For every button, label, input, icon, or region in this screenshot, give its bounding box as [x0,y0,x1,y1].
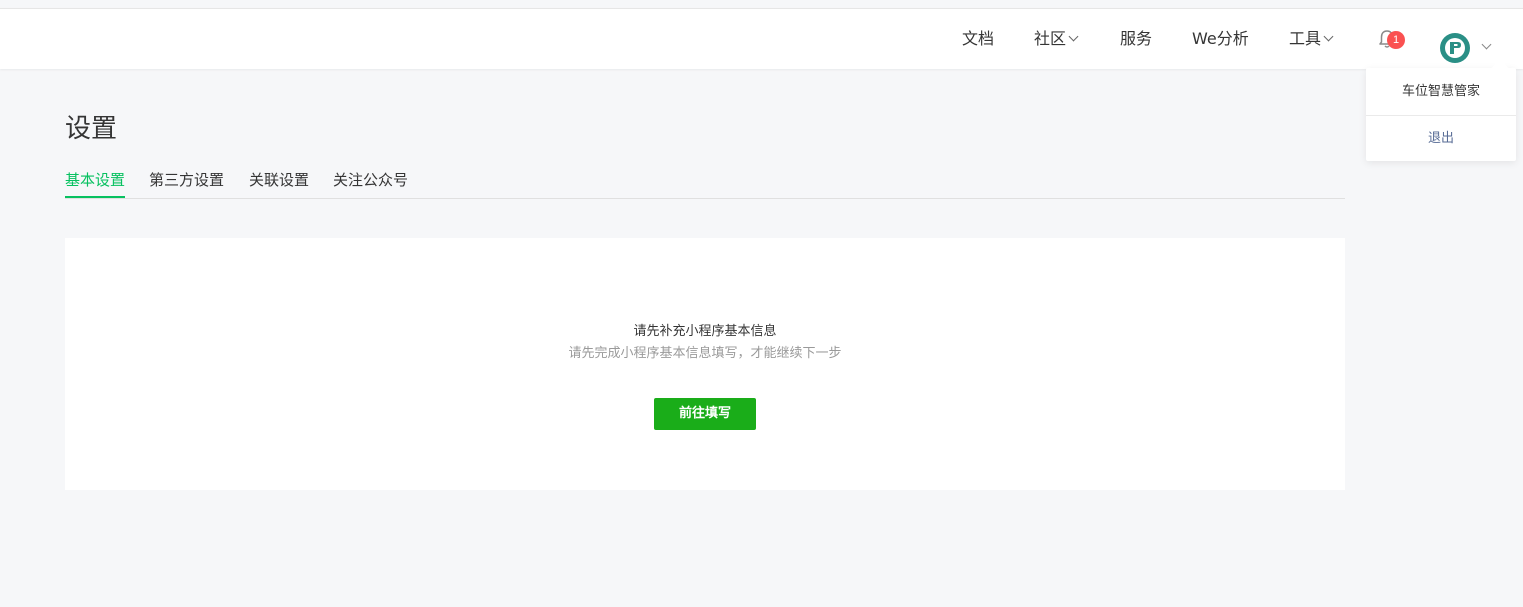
tab-follow-official-account[interactable]: 关注公众号 [333,168,408,196]
account-dropdown: 车位智慧管家 退出 [1366,59,1516,161]
page-title: 设置 [65,114,118,144]
nav-tools[interactable]: 工具 [1289,9,1334,69]
notice-subtitle: 请先完成小程序基本信息填写，才能继续下一步 [568,346,842,361]
chevron-down-icon[interactable] [1481,39,1492,50]
top-strip [0,0,1523,8]
chevron-down-icon [1068,31,1079,42]
account-name[interactable]: 车位智慧管家 [1366,68,1516,115]
notice-title: 请先补充小程序基本信息 [633,324,777,339]
notification-badge: 1 [1387,31,1405,49]
nav-we-analytics-label: We分析 [1192,29,1249,48]
nav-community-label: 社区 [1034,29,1067,48]
nav-services[interactable]: 服务 [1120,9,1152,69]
chevron-down-icon [1323,31,1334,42]
notice-card: 请先补充小程序基本信息 请先完成小程序基本信息填写，才能继续下一步 前往填写 [65,238,1345,490]
tab-linked-settings[interactable]: 关联设置 [249,168,309,196]
go-fill-button[interactable]: 前往填写 [654,398,756,430]
nav-we-analytics[interactable]: We分析 [1192,9,1249,69]
nav-docs[interactable]: 文档 [962,9,994,69]
nav-tools-label: 工具 [1289,29,1322,48]
nav-community[interactable]: 社区 [1034,9,1079,69]
nav-services-label: 服务 [1120,29,1153,48]
nav-docs-label: 文档 [962,29,995,48]
tab-basic-settings[interactable]: 基本设置 [65,168,126,198]
avatar[interactable] [1440,33,1470,63]
tab-third-party-settings[interactable]: 第三方设置 [149,168,224,196]
settings-tabs: 基本设置 第三方设置 关联设置 关注公众号 [65,168,1345,199]
logout-link[interactable]: 退出 [1366,116,1516,161]
top-header: 文档 社区 服务 We分析 工具 1 [0,8,1523,69]
